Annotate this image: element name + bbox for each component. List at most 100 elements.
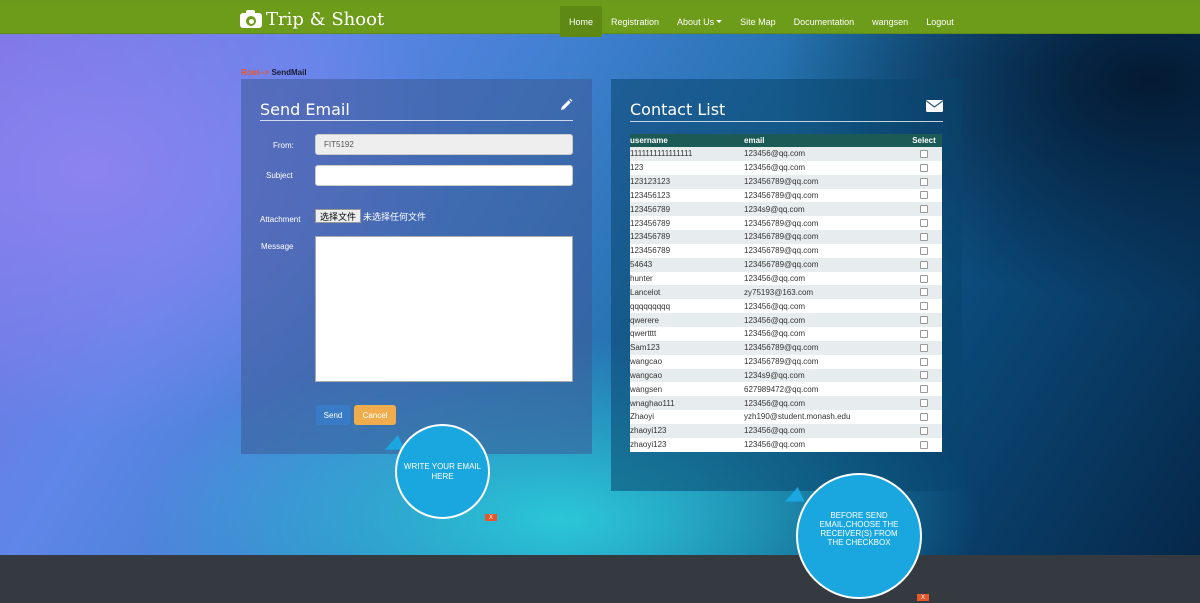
table-row: 54643 123456789@qq.com: [630, 257, 942, 272]
close-tooltip-right-button[interactable]: X: [917, 594, 929, 601]
select-checkbox[interactable]: [920, 246, 928, 255]
subject-input[interactable]: [315, 165, 573, 186]
select-checkbox[interactable]: [920, 288, 928, 297]
table-row: wangsen 627989472@qq.com: [630, 382, 942, 396]
cell-username: qwerere: [630, 315, 659, 325]
select-checkbox[interactable]: [920, 149, 928, 158]
nav-about-us-label: About Us: [677, 16, 715, 27]
select-checkbox[interactable]: [920, 205, 928, 214]
page-background: [0, 0, 1200, 555]
table-row: zhaoyi123 123456@qq.com: [630, 423, 942, 438]
attachment-label: Attachment: [260, 215, 301, 224]
select-checkbox[interactable]: [920, 163, 928, 172]
table-row: Sam123 123456789@qq.com: [630, 340, 942, 355]
table-row: 1111111111111111 123456@qq.com: [630, 147, 942, 161]
table-row: Zhaoyi yzh190@student.monash.edu: [630, 410, 942, 424]
contact-list-panel: Contact List username email Select 11111…: [611, 79, 962, 491]
select-checkbox[interactable]: [920, 302, 928, 311]
breadcrumb: Root--> SendMail: [241, 68, 307, 77]
select-checkbox[interactable]: [920, 343, 928, 352]
cell-select: [906, 163, 942, 172]
cell-select: [906, 288, 942, 297]
select-checkbox[interactable]: [920, 357, 928, 366]
cell-email: 123456789@qq.com: [744, 343, 819, 353]
from-label: From:: [273, 141, 294, 150]
nav-documentation[interactable]: Documentation: [785, 6, 864, 37]
cell-select: [906, 316, 942, 325]
select-checkbox[interactable]: [920, 260, 928, 269]
select-checkbox[interactable]: [920, 399, 928, 408]
nav-logout[interactable]: Logout: [917, 6, 963, 37]
cell-email: 123456@qq.com: [744, 426, 806, 436]
cancel-button[interactable]: Cancel: [354, 405, 396, 425]
select-checkbox[interactable]: [920, 385, 928, 394]
cell-select: [906, 177, 942, 186]
select-checkbox[interactable]: [920, 219, 928, 228]
cell-username: qqqqqqqqq: [630, 301, 671, 311]
select-checkbox[interactable]: [920, 316, 928, 325]
tooltip-write-email-text: WRITE YOUR EMAIL HERE: [403, 462, 482, 481]
table-row: 123456123 123456789@qq.com: [630, 189, 942, 203]
cell-email: 123456789@qq.com: [744, 260, 819, 270]
brand-title: Trip & Shoot: [266, 8, 385, 30]
select-checkbox[interactable]: [920, 371, 928, 380]
select-checkbox[interactable]: [920, 329, 928, 338]
cell-email: 123456@qq.com: [744, 329, 806, 339]
table-row: Lancelot zy75193@163.com: [630, 285, 942, 300]
cell-username: zhaoyi123: [630, 440, 667, 450]
header-email: email: [744, 136, 765, 145]
select-checkbox[interactable]: [920, 440, 928, 449]
cell-username: Sam123: [630, 343, 660, 353]
cell-select: [906, 343, 942, 352]
cell-select: [906, 191, 942, 200]
table-row: qqqqqqqqq 123456@qq.com: [630, 299, 942, 313]
caret-down-icon: [716, 20, 723, 23]
file-status: 未选择任何文件: [363, 212, 427, 222]
from-field[interactable]: [315, 134, 573, 155]
cell-select: [906, 219, 942, 228]
nav-site-map[interactable]: Site Map: [731, 6, 785, 37]
cell-select: [906, 371, 942, 380]
pencil-icon: [561, 98, 573, 110]
table-row: wangcao 123456789@qq.com: [630, 355, 942, 369]
table-row: 123 123456@qq.com: [630, 161, 942, 175]
cell-select: [906, 246, 942, 255]
message-textarea[interactable]: [315, 236, 573, 382]
cell-email: 123456789@qq.com: [744, 357, 819, 367]
select-checkbox[interactable]: [920, 177, 928, 186]
cell-select: [906, 426, 942, 435]
tooltip-choose-receivers-text: BEFORE SEND EMAIL,CHOOSE THE RECEIVER(S)…: [819, 510, 899, 548]
cell-select: [906, 260, 942, 269]
navbar: Trip & Shoot Home Registration About Us …: [0, 3, 1200, 37]
close-tooltip-left-button[interactable]: X: [485, 514, 497, 521]
cell-username: 123456789: [630, 218, 671, 228]
cell-email: 123456@qq.com: [744, 301, 806, 311]
cell-email: 627989472@qq.com: [744, 384, 819, 394]
send-button[interactable]: Send: [316, 405, 350, 425]
cell-username: 1111111111111111: [630, 149, 693, 159]
cell-username: wangcao: [630, 357, 663, 367]
breadcrumb-root[interactable]: Root: [241, 68, 259, 77]
camera-icon: [240, 10, 262, 28]
select-checkbox[interactable]: [920, 191, 928, 200]
brand-logo[interactable]: Trip & Shoot: [240, 6, 384, 32]
select-checkbox[interactable]: [920, 232, 928, 241]
nav-about-us[interactable]: About Us: [668, 6, 731, 37]
select-checkbox[interactable]: [920, 412, 928, 421]
select-checkbox[interactable]: [920, 426, 928, 435]
cell-username: zhaoyi123: [630, 426, 667, 436]
cell-email: yzh190@student.monash.edu: [744, 412, 851, 422]
choose-file-button[interactable]: 选择文件: [315, 209, 361, 223]
nav-registration[interactable]: Registration: [602, 6, 668, 37]
contact-list-divider: [630, 121, 943, 122]
cell-email: 123456@qq.com: [744, 274, 806, 284]
nav-user[interactable]: wangsen: [863, 6, 917, 37]
header-select: Select: [912, 136, 936, 145]
cell-email: 123456@qq.com: [744, 315, 806, 325]
nav-home[interactable]: Home: [560, 6, 603, 37]
send-email-divider: [260, 120, 573, 121]
cell-select: [906, 232, 942, 241]
table-row: wangcao 1234s9@qq.com: [630, 368, 942, 383]
select-checkbox[interactable]: [920, 274, 928, 283]
cell-email: 1234s9@qq.com: [744, 370, 805, 380]
